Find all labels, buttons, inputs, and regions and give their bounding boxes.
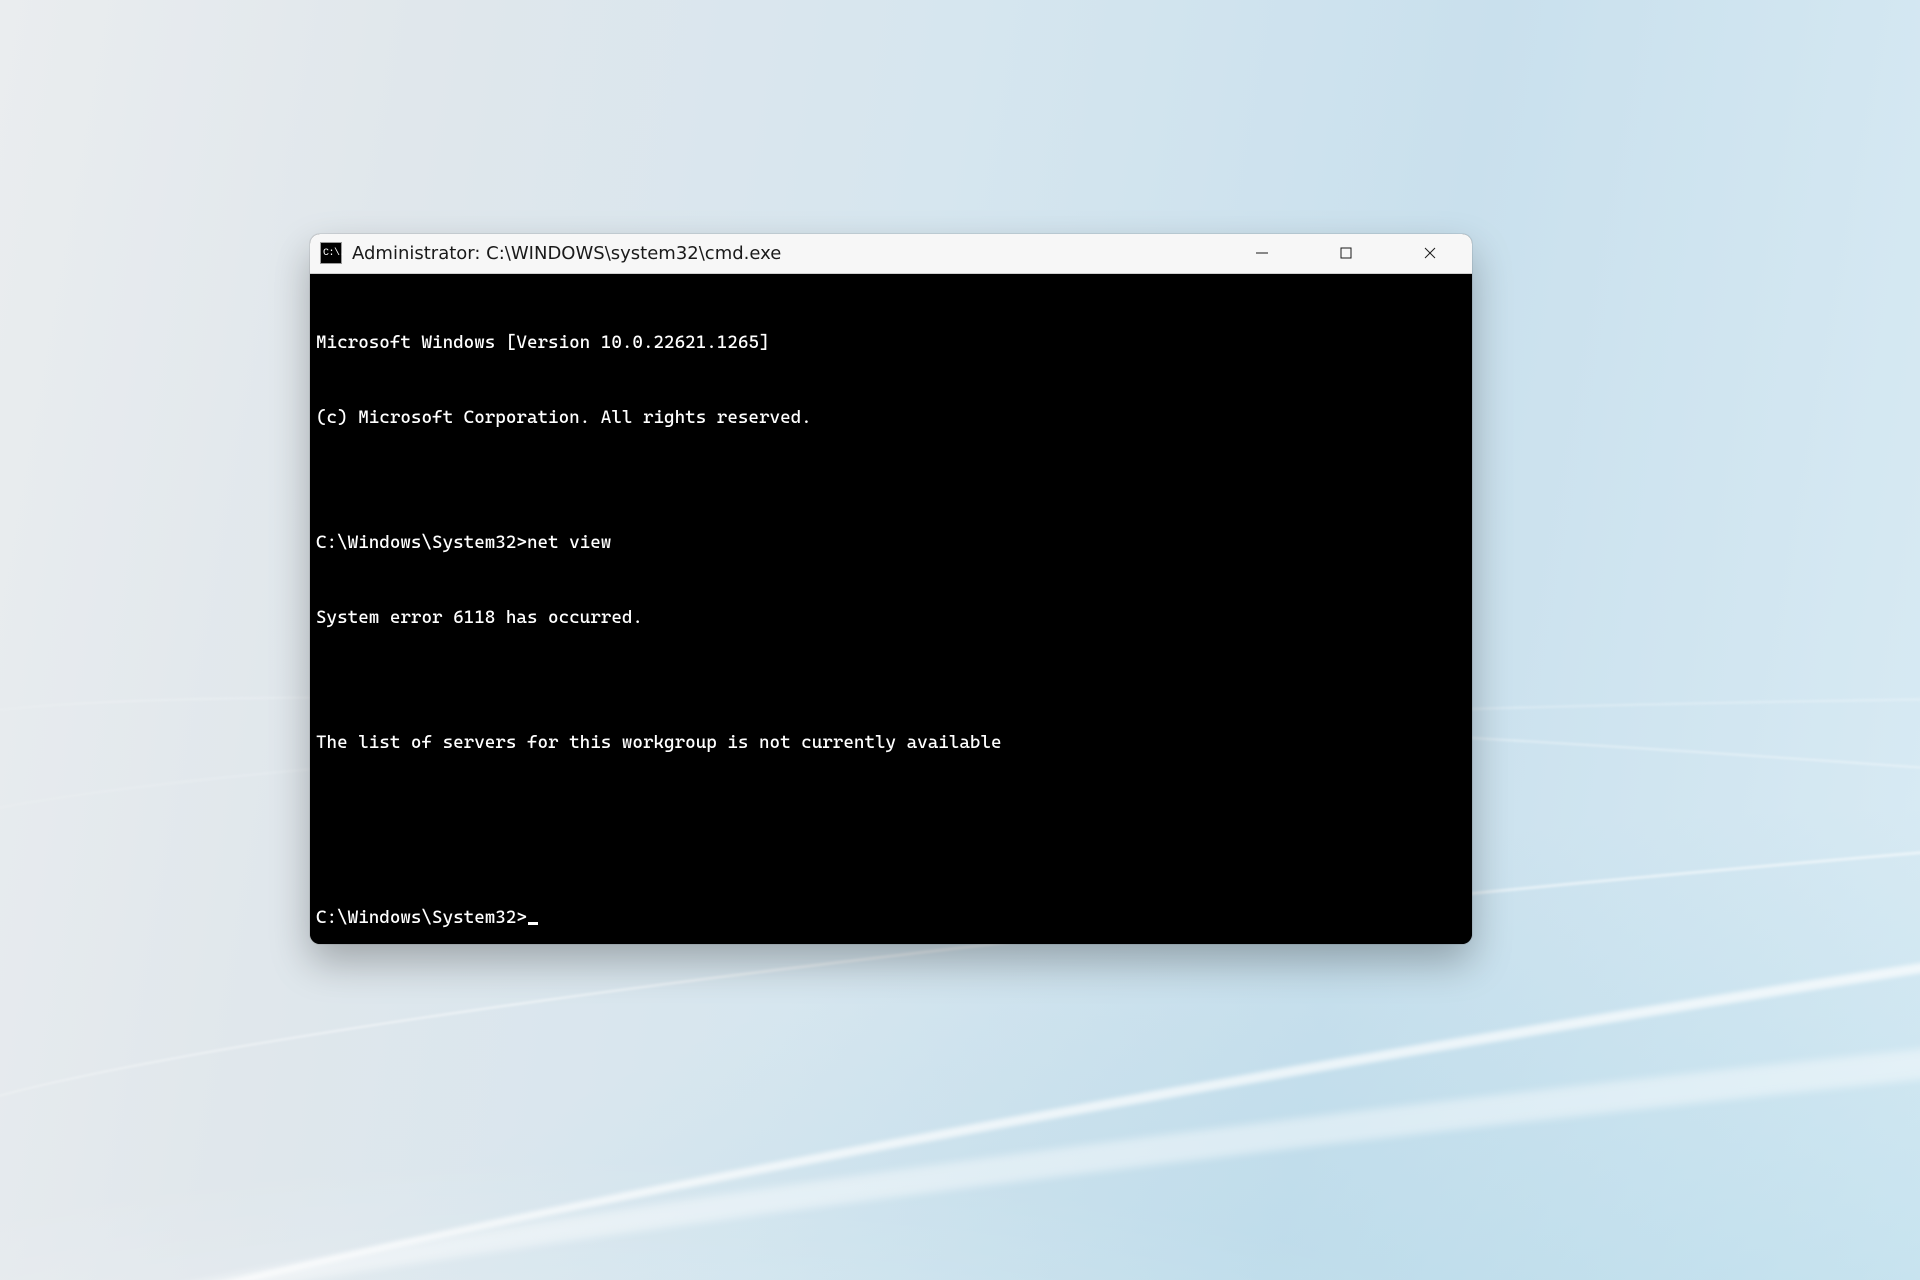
terminal-line: The list of servers for this workgroup i…: [316, 730, 1464, 755]
maximize-button[interactable]: [1304, 234, 1388, 273]
cmd-window: C:\. Administrator: C:\WINDOWS\system32\…: [310, 234, 1472, 944]
maximize-icon: [1339, 246, 1353, 260]
terminal-line: (c) Microsoft Corporation. All rights re…: [316, 405, 1464, 430]
window-titlebar[interactable]: C:\. Administrator: C:\WINDOWS\system32\…: [310, 234, 1472, 274]
desktop-wallpaper: C:\. Administrator: C:\WINDOWS\system32\…: [0, 0, 1920, 1280]
terminal-line: System error 6118 has occurred.: [316, 605, 1464, 630]
terminal-line: Microsoft Windows [Version 10.0.22621.12…: [316, 330, 1464, 355]
cmd-app-icon: C:\.: [320, 242, 342, 264]
window-title: Administrator: C:\WINDOWS\system32\cmd.e…: [352, 243, 1220, 264]
terminal-prompt-line: C:\Windows\System32>: [316, 905, 1464, 930]
terminal-line: C:\Windows\System32>net view: [316, 530, 1464, 555]
terminal-cursor: [528, 922, 538, 925]
terminal-prompt: C:\Windows\System32>: [316, 907, 527, 928]
minimize-icon: [1255, 246, 1269, 260]
terminal-output-area[interactable]: Microsoft Windows [Version 10.0.22621.12…: [310, 274, 1472, 944]
window-controls: [1220, 234, 1472, 273]
close-button[interactable]: [1388, 234, 1472, 273]
cmd-app-icon-text: C:\.: [323, 248, 345, 259]
close-icon: [1423, 246, 1437, 260]
minimize-button[interactable]: [1220, 234, 1304, 273]
